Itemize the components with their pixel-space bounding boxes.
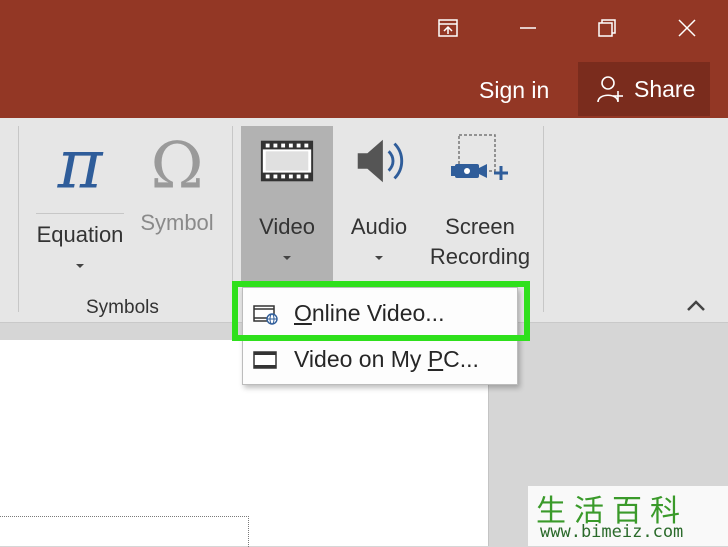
watermark-url: www.bimeiz.com (540, 522, 684, 542)
screen-recording-button[interactable]: Screen Recording (424, 132, 536, 272)
video-button[interactable]: Video (241, 126, 333, 286)
video-button-content: Video (241, 132, 333, 260)
symbol-button[interactable]: Ω Symbol (134, 130, 220, 250)
svg-text:π: π (57, 130, 104, 200)
pi-icon: π (30, 126, 130, 208)
symbols-group-label: Symbols (86, 297, 159, 318)
video-on-my-pc-menu-item[interactable]: Video on My PC... (243, 337, 517, 383)
speaker-icon (340, 132, 418, 202)
highlight-box (232, 281, 530, 341)
collapse-ribbon-icon[interactable] (684, 296, 708, 314)
symbol-label: Symbol (140, 210, 214, 235)
divider (36, 213, 124, 214)
pc-video-prefix: Video on My (294, 346, 428, 372)
video-on-my-pc-label: Video on My PC... (294, 346, 479, 373)
recording-label: Recording (429, 244, 531, 269)
ribbon-separator (543, 126, 544, 312)
film-icon (253, 351, 277, 369)
title-bar: Sign in Share (0, 0, 728, 118)
equation-button[interactable]: π Equation (30, 126, 130, 280)
omega-icon: Ω (134, 130, 220, 208)
chevron-down-icon (76, 264, 84, 268)
share-label: Share (634, 76, 696, 102)
ribbon-separator (18, 126, 19, 312)
equation-label: Equation (36, 222, 124, 247)
ribbon-display-options-icon[interactable] (432, 12, 464, 44)
close-icon[interactable] (671, 12, 703, 44)
slide-placeholder[interactable] (0, 516, 249, 547)
chevron-down-icon (283, 256, 291, 260)
sign-in-link[interactable]: Sign in (479, 77, 549, 104)
minimize-icon[interactable] (512, 12, 544, 44)
chevron-down-icon (375, 256, 383, 260)
watermark: 生活百科 www.bimeiz.com (528, 486, 728, 546)
audio-label: Audio (350, 214, 408, 239)
film-icon (241, 132, 333, 202)
audio-button[interactable]: Audio (340, 132, 418, 260)
restore-icon[interactable] (591, 12, 623, 44)
video-label: Video (259, 214, 315, 239)
pc-video-mnemonic: P (427, 346, 444, 372)
person-add-icon (597, 76, 623, 103)
screen-recording-icon (424, 132, 536, 202)
share-button[interactable]: Share (578, 62, 710, 116)
pc-video-suffix: C... (443, 346, 479, 372)
screen-label: Screen (445, 214, 515, 239)
svg-text:Ω: Ω (150, 130, 203, 200)
